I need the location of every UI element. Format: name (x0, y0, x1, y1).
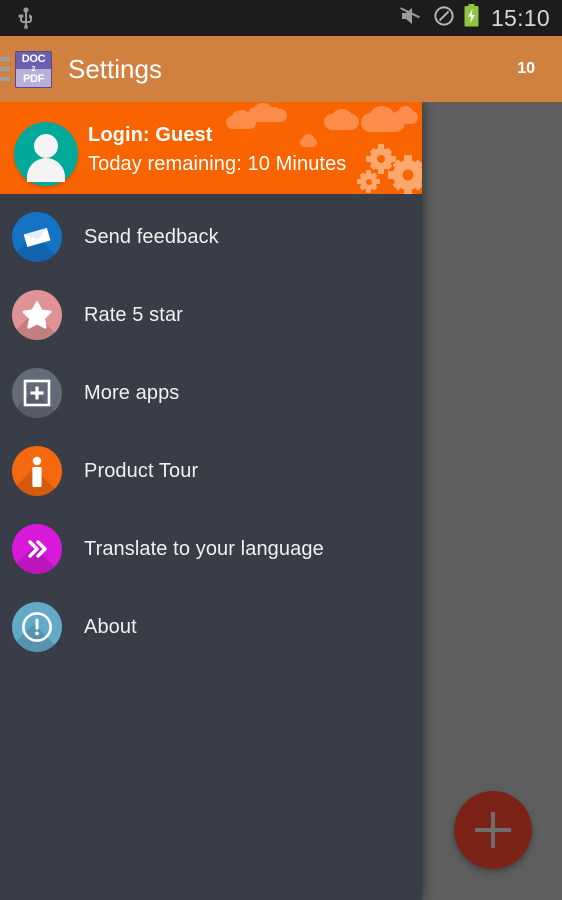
do-not-disturb-icon (433, 5, 455, 32)
usb-icon (16, 7, 36, 29)
plus-square-icon (12, 368, 62, 418)
battery-charging-icon (464, 4, 479, 32)
app-screen: 15:10 DOC 2 PDF Settings 10 Login: Guest… (0, 0, 562, 900)
gear-icon (366, 144, 396, 174)
drawer-item-label: More apps (84, 381, 180, 404)
info-exclamation-icon (12, 602, 62, 652)
drawer-item-about[interactable]: About (0, 588, 422, 666)
cloud-icon (332, 109, 352, 125)
drawer-item-label: Rate 5 star (84, 303, 183, 326)
login-label: Login: Guest (88, 124, 213, 146)
avatar-head (34, 134, 58, 158)
drawer-item-translate[interactable]: Translate to your language (0, 510, 422, 588)
drawer-item-label: Send feedback (84, 225, 219, 248)
avatar-body (27, 158, 65, 182)
drawer-item-rate-5-star[interactable]: Rate 5 star (0, 276, 422, 354)
status-clock: 15:10 (490, 4, 550, 31)
cloud-icon (265, 109, 287, 122)
hamburger-menu-icon[interactable] (0, 57, 10, 81)
hamburger-bar (0, 67, 10, 71)
add-file-fab[interactable] (454, 791, 532, 869)
minutes-count-badge[interactable]: 10 (517, 60, 535, 78)
drawer-item-send-feedback[interactable]: Send feedback (0, 198, 422, 276)
gear-icon (388, 155, 422, 194)
envelope-icon (12, 212, 62, 262)
plus-icon (491, 812, 495, 848)
navigation-drawer: Login: Guest Today remaining: 10 Minutes (0, 102, 422, 900)
status-icons-group: 15:10 (400, 4, 550, 32)
drawer-item-label: About (84, 615, 137, 638)
hamburger-bar (0, 57, 10, 61)
star-icon (12, 290, 62, 340)
user-avatar-icon (14, 122, 78, 186)
page-title: Settings (68, 53, 162, 84)
drawer-account-header[interactable]: Login: Guest Today remaining: 10 Minutes (0, 102, 422, 194)
cloud-icon (398, 106, 413, 119)
person-standing-icon (12, 446, 62, 496)
action-bar: DOC 2 PDF Settings 10 (0, 36, 562, 102)
double-chevron-icon (12, 524, 62, 574)
remaining-minutes-label: Today remaining: 10 Minutes (88, 153, 347, 175)
gear-icon (357, 170, 380, 193)
volume-muted-icon (400, 5, 424, 32)
drawer-item-more-apps[interactable]: More apps (0, 354, 422, 432)
doc2pdf-app-icon: DOC 2 PDF (15, 50, 52, 88)
cloud-icon (370, 106, 394, 125)
account-info: Login: Guest Today remaining: 10 Minutes (88, 124, 346, 176)
drawer-item-label: Translate to your language (84, 537, 324, 560)
status-bar: 15:10 (0, 0, 562, 36)
app-icon-line-1: DOC (21, 52, 46, 65)
app-icon-line-2: 2 (31, 65, 36, 73)
hamburger-bar (0, 77, 10, 81)
drawer-menu-list: Send feedback Rate 5 star More apps Prod… (0, 194, 422, 666)
app-icon-line-3: PDF (22, 72, 45, 85)
drawer-item-product-tour[interactable]: Product Tour (0, 432, 422, 510)
drawer-item-label: Product Tour (84, 459, 199, 482)
